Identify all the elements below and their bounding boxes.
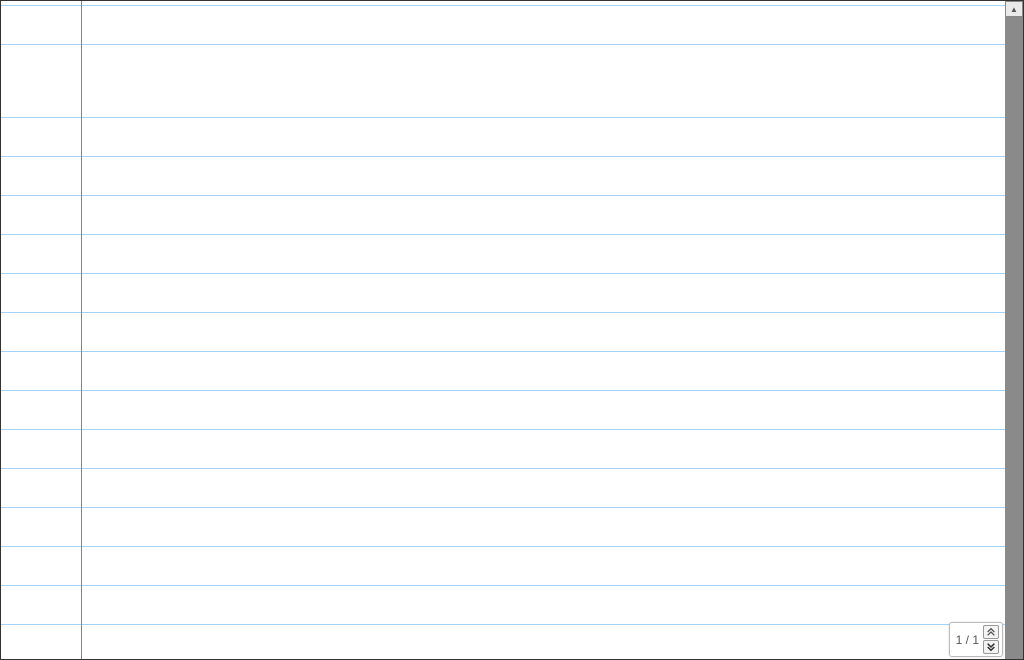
ruled-lines bbox=[1, 1, 1005, 659]
margin-line bbox=[81, 1, 82, 659]
page-down-button[interactable] bbox=[983, 640, 999, 654]
page-up-button[interactable] bbox=[983, 625, 999, 639]
page-nav-buttons bbox=[983, 625, 999, 654]
document-viewport: 1 / 1 bbox=[0, 0, 1024, 660]
page-number-text: 1 / 1 bbox=[956, 633, 979, 647]
chevron-double-down-icon bbox=[986, 642, 996, 652]
scrollbar-up-button[interactable] bbox=[1005, 1, 1023, 17]
page-indicator: 1 / 1 bbox=[949, 622, 1003, 657]
notebook-paper[interactable] bbox=[1, 1, 1005, 659]
vertical-scrollbar[interactable] bbox=[1005, 1, 1023, 659]
chevron-double-up-icon bbox=[986, 627, 996, 637]
